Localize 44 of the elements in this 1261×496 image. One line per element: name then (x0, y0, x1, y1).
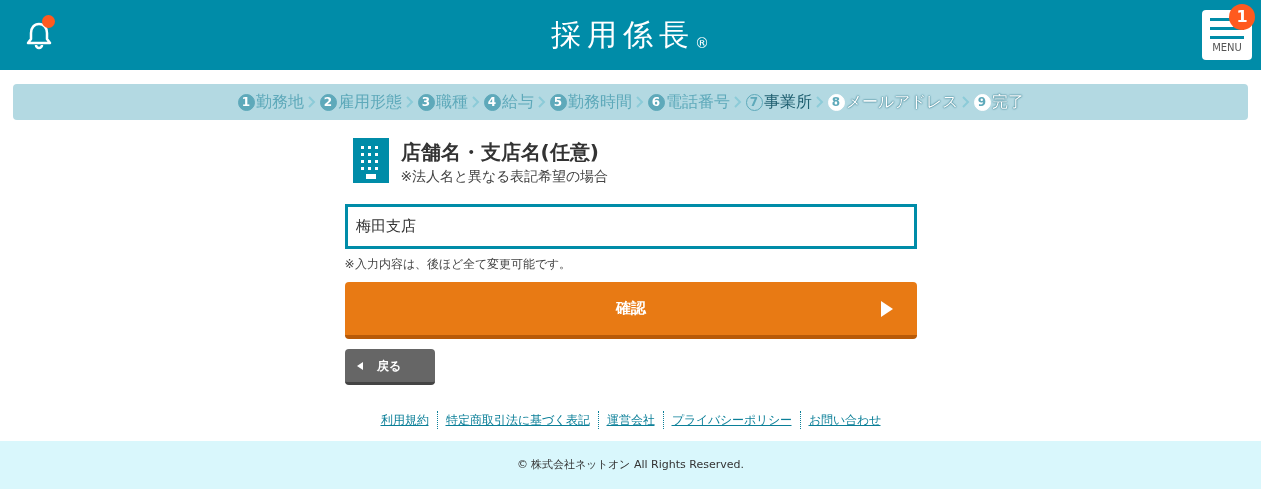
notification-badge: 1 (1229, 4, 1255, 30)
chevron-icon (815, 96, 824, 108)
footer-link[interactable]: お問い合わせ (799, 411, 889, 429)
step-label: メールアドレス (845, 91, 958, 113)
step-label: 勤務地 (255, 91, 304, 113)
step-label: 事業所 (763, 91, 812, 113)
section-subtitle: ※法人名と異なる表記希望の場合 (400, 167, 609, 186)
step-number: 9 (973, 93, 991, 111)
chevron-icon (733, 96, 742, 108)
step-label: 給与 (501, 91, 534, 113)
registered-mark: ® (695, 36, 709, 50)
step-number: 1 (237, 93, 255, 111)
step-label: 勤務時間 (567, 91, 632, 113)
step-number: 4 (483, 93, 501, 111)
bell-icon[interactable] (24, 21, 54, 51)
left-triangle-icon (356, 361, 363, 370)
footer-link[interactable]: 運営会社 (597, 411, 663, 429)
step-number: 2 (319, 93, 337, 111)
section-title: 店舗名・支店名(任意) (400, 139, 600, 166)
step-label: 職種 (435, 91, 468, 113)
step-number: 3 (417, 93, 435, 111)
footer-link[interactable]: 特定商取引法に基づく表記 (436, 411, 598, 429)
logo-text: 採用係長 (551, 20, 695, 50)
chevron-icon (537, 96, 546, 108)
play-icon (880, 300, 893, 317)
input-note: ※入力内容は、後ほど全て変更可能です。 (344, 256, 572, 273)
back-button[interactable]: 戻る (344, 349, 435, 385)
chevron-icon (405, 96, 414, 108)
chevron-icon (471, 96, 480, 108)
step-number: 8 (827, 93, 845, 111)
copyright-text: © 株式会社ネットオン All Rights Reserved. (517, 456, 744, 473)
footer-link[interactable]: プライバシーポリシー (662, 411, 800, 429)
building-icon (352, 138, 389, 183)
step-label: 電話番号 (665, 91, 730, 113)
shop-name-field[interactable]: 梅田支店 (344, 204, 917, 249)
step-label: 雇用形態 (337, 91, 402, 113)
footer-link[interactable]: 利用規約 (372, 411, 437, 429)
step-label: 完了 (991, 91, 1024, 113)
confirm-button[interactable]: 確認 (344, 282, 917, 339)
step-number: 5 (549, 93, 567, 111)
chevron-icon (307, 96, 316, 108)
step-number: 6 (647, 93, 665, 111)
chevron-icon (961, 96, 970, 108)
chevron-icon (635, 96, 644, 108)
